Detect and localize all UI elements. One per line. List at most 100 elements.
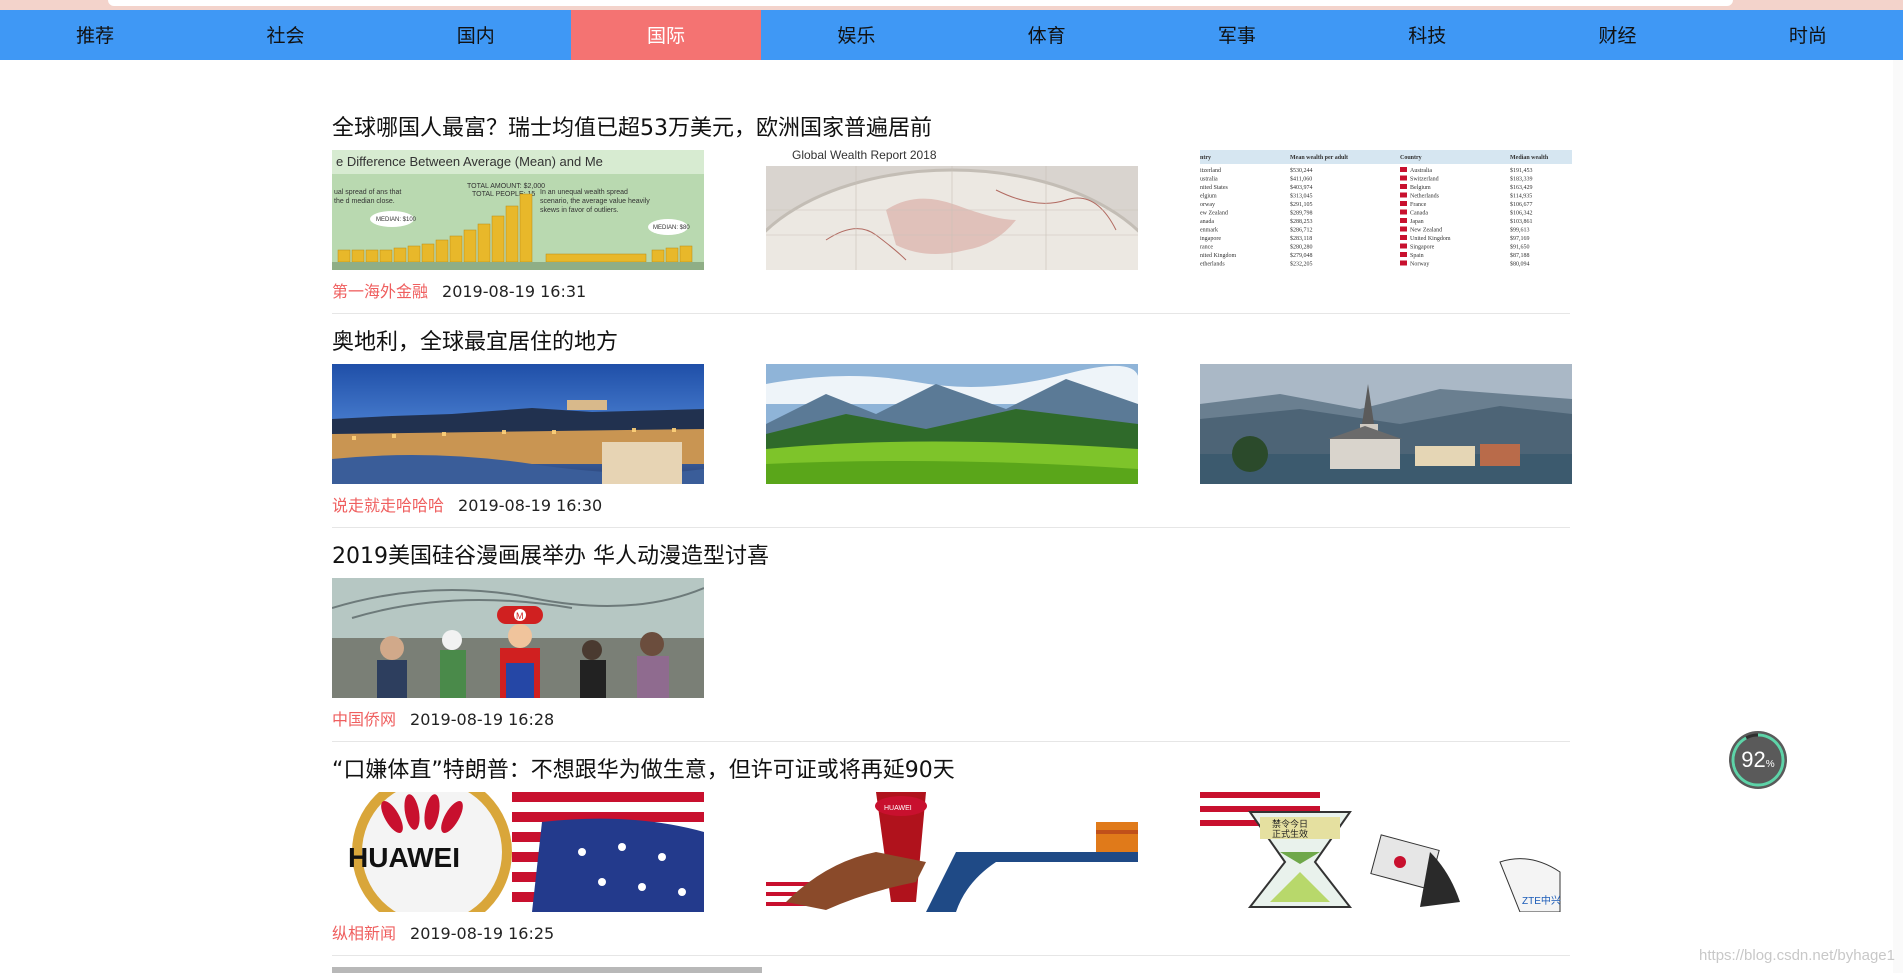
news-title[interactable]: 全球哪国人最富？瑞士均值已超53万美元，欧洲国家普遍居前 [332, 110, 932, 142]
table-cell: orway [1200, 202, 1215, 208]
table-cell: itzerland [1200, 168, 1221, 174]
svg-text:正式生效: 正式生效 [1272, 828, 1308, 840]
news-meta: 纵相新闻 2019-08-19 16:25 [332, 920, 554, 944]
news-meta: 第一海外金融 2019-08-19 16:31 [332, 278, 586, 302]
news-title[interactable]: 奥地利，全球最宜居住的地方 [332, 324, 618, 356]
table-cell: $80,094 [1510, 261, 1530, 268]
table-cell: $291,105 [1290, 201, 1313, 208]
table-cell: $530,244 [1290, 167, 1313, 174]
watermark-url: https://blog.csdn.net/byhage1 [1699, 947, 1895, 964]
table-cell: $289,798 [1290, 210, 1313, 217]
news-meta: 中国侨网 2019-08-19 16:28 [332, 706, 554, 730]
flag-icon [1400, 192, 1407, 198]
category-nav: 推荐 社会 国内 国际 娱乐 体育 军事 科技 财经 时尚 [0, 10, 1903, 60]
news-time: 2019-08-19 16:25 [410, 924, 555, 943]
news-item[interactable]: 2019美国硅谷漫画展举办 华人动漫造型讨喜 M 中国侨网 2019-08-19… [332, 528, 1570, 742]
table-cell: Japan [1410, 219, 1424, 225]
news-source[interactable]: 说走就走哈哈哈 [332, 496, 444, 515]
table-cell: enmark [1200, 228, 1218, 234]
news-images: e Difference Between Average (Mean) and … [332, 150, 1572, 270]
table-cell: anada [1200, 219, 1214, 225]
flag-icon [1400, 201, 1407, 206]
news-image-globe[interactable]: Global Wealth Report 2018 [766, 150, 1138, 270]
news-image-hallstatt-church[interactable] [1200, 364, 1572, 484]
news-image-wealth-table[interactable]: ntry Mean wealth per adult Country Median w… [1200, 150, 1572, 270]
nav-item-junshi[interactable]: 军事 [1142, 10, 1332, 60]
news-image-salzburg-night[interactable] [332, 364, 704, 484]
news-image-wealth-infographic[interactable]: e Difference Between Average (Mean) and … [332, 150, 704, 270]
table-header-cell: ntry [1200, 155, 1211, 161]
news-item[interactable]: 奥地利，全球最宜居住的地方 说走就走哈哈哈 2019-08-19 16:30 [332, 314, 1572, 528]
nav-item-shehui[interactable]: 社会 [190, 10, 380, 60]
news-time: 2019-08-19 16:31 [442, 282, 587, 301]
table-cell: Canada [1410, 211, 1428, 217]
table-cell: France [1410, 202, 1427, 208]
table-cell: nited States [1200, 185, 1228, 191]
table-cell: etherlands [1200, 262, 1225, 268]
table-cell: $313,045 [1290, 193, 1313, 200]
nav-item-guoji[interactable]: 国际 [570, 10, 762, 60]
table-cell: Singapore [1410, 245, 1435, 251]
table-cell: $411,060 [1290, 176, 1312, 183]
news-image-alpine-valley[interactable] [766, 364, 1138, 484]
table-cell: $97,169 [1510, 235, 1530, 242]
svg-text:MEDIAN: $80: MEDIAN: $80 [653, 225, 690, 231]
news-image-ban-cartoon[interactable]: 禁令今日 正式生效 ZTE中兴 [1200, 792, 1572, 912]
nav-item-caijing[interactable]: 财经 [1522, 10, 1712, 60]
flag-icon [1400, 167, 1407, 172]
svg-text:HUAWEI: HUAWEI [348, 842, 460, 873]
news-images [332, 364, 1572, 484]
news-time: 2019-08-19 16:30 [458, 496, 603, 515]
table-cell: $163,429 [1510, 184, 1533, 191]
flag-icon [1400, 218, 1407, 223]
nav-item-guonei[interactable]: 国内 [381, 10, 571, 60]
table-cell: Spain [1410, 253, 1424, 259]
table-cell: $91,650 [1510, 244, 1530, 251]
table-cell: $286,712 [1290, 227, 1313, 234]
news-source[interactable]: 纵相新闻 [332, 924, 396, 943]
scrollbar-track[interactable] [1893, 60, 1903, 973]
nav-item-tuijian[interactable]: 推荐 [0, 10, 190, 60]
nav-item-shishang[interactable]: 时尚 [1713, 10, 1903, 60]
table-cell: Australia [1410, 168, 1432, 174]
news-image-comic-expo[interactable]: M [332, 578, 704, 698]
table-cell: $279,048 [1290, 252, 1313, 259]
news-item[interactable]: “口嫌体直”特朗普：不想跟华为做生意，但许可证或将再延90天 HUAWEI HU… [332, 742, 1572, 956]
table-cell: ustralia [1200, 177, 1218, 183]
svg-text:MEDIAN: $100: MEDIAN: $100 [376, 217, 417, 223]
flag-icon [1400, 235, 1407, 240]
svg-text:ZTE中兴: ZTE中兴 [1522, 894, 1561, 907]
address-bar-edge[interactable] [108, 0, 1733, 6]
gauge-unit: % [1765, 759, 1775, 770]
table-cell: $232,205 [1290, 261, 1313, 268]
infographic-header: e Difference Between Average (Mean) and … [336, 154, 603, 169]
news-item[interactable]: 全球哪国人最富？瑞士均值已超53万美元，欧洲国家普遍居前 e Differenc… [332, 100, 1572, 314]
scroll-progress-gauge[interactable]: 92% [1728, 730, 1788, 790]
table-cell: Norway [1410, 262, 1429, 268]
browser-top-strip [0, 0, 1903, 10]
svg-text:M: M [516, 611, 524, 621]
news-source[interactable]: 中国侨网 [332, 710, 396, 729]
news-time: 2019-08-19 16:28 [410, 710, 555, 729]
table-cell: elgium [1200, 194, 1217, 200]
news-image-huawei-flag[interactable]: HUAWEI [332, 792, 704, 912]
news-images: M [332, 578, 1570, 698]
nav-item-keji[interactable]: 科技 [1332, 10, 1522, 60]
news-source[interactable]: 第一海外金融 [332, 282, 428, 301]
next-news-title-partial [332, 963, 832, 973]
news-title[interactable]: 2019美国硅谷漫画展举办 华人动漫造型讨喜 [332, 538, 769, 570]
nav-item-tiyu[interactable]: 体育 [951, 10, 1141, 60]
table-cell: Switzerland [1410, 177, 1439, 183]
table-cell: ew Zealand [1200, 211, 1228, 217]
table-cell: $288,253 [1290, 218, 1313, 225]
table-cell: $103,861 [1510, 218, 1533, 225]
nav-item-yule[interactable]: 娱乐 [761, 10, 951, 60]
flag-icon [1400, 252, 1407, 257]
table-cell: $403,974 [1290, 184, 1313, 191]
flag-icon [1400, 243, 1407, 249]
table-cell: United Kingdom [1410, 236, 1451, 242]
news-image-huawei-cartoon[interactable]: HUAWEI [766, 792, 1138, 912]
news-title[interactable]: “口嫌体直”特朗普：不想跟华为做生意，但许可证或将再延90天 [332, 752, 955, 784]
table-cell: ingapore [1200, 236, 1221, 242]
table-cell: $191,453 [1510, 167, 1533, 174]
